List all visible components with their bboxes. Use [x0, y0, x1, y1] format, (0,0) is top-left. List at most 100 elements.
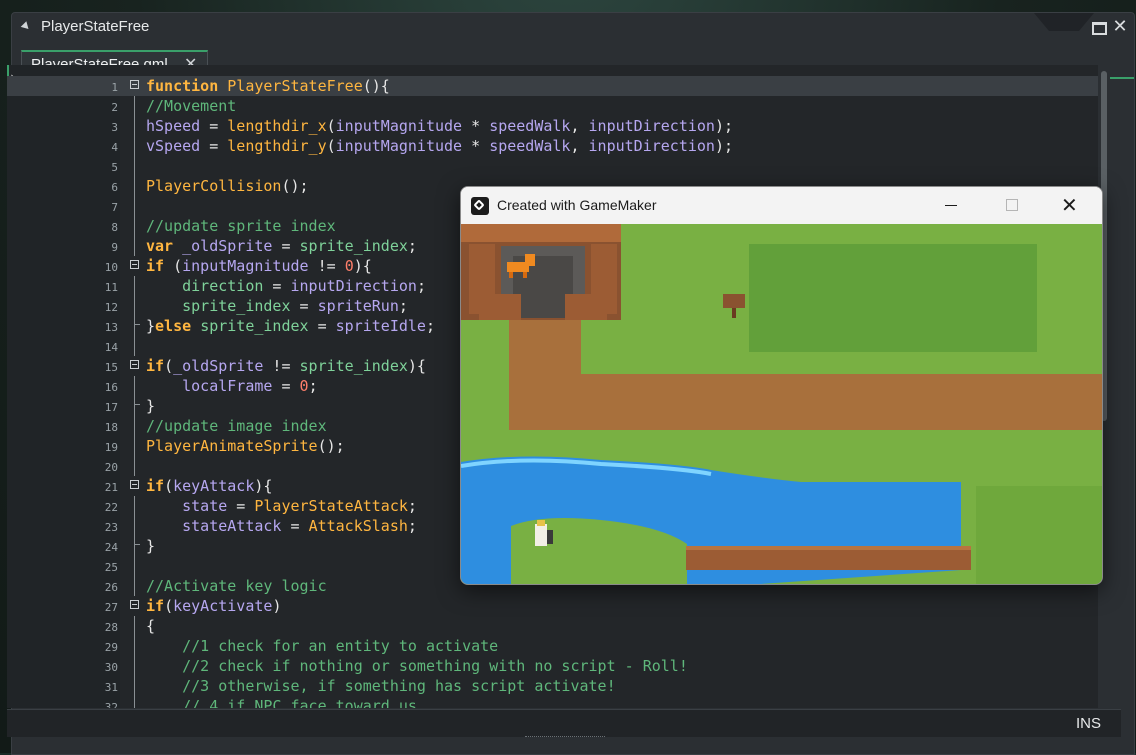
line-number: 28 — [104, 621, 118, 634]
maximize-icon[interactable] — [1006, 199, 1018, 211]
line-number: 19 — [104, 441, 118, 454]
code-text: direction = inputDirection; — [182, 277, 426, 295]
fold-guide — [134, 416, 135, 436]
code-line[interactable]: 29 //1 check for an entity to activate — [7, 636, 1098, 656]
line-number: 1 — [111, 81, 118, 94]
code-text: PlayerAnimateSprite(); — [146, 437, 345, 455]
code-text: }else sprite_index = spriteIdle; — [146, 317, 435, 335]
line-number: 5 — [111, 161, 118, 174]
fold-guide — [134, 216, 135, 236]
code-text: //update sprite index — [146, 217, 336, 235]
line-number: 31 — [104, 681, 118, 694]
line-number: 17 — [104, 401, 118, 414]
code-line[interactable]: 3 hSpeed = lengthdir_x(inputMagnitude * s… — [7, 116, 1098, 136]
fold-toggle-icon[interactable] — [130, 360, 139, 369]
line-number: 3 — [111, 121, 118, 134]
game-canvas[interactable] — [461, 224, 1102, 584]
code-text: //update image index — [146, 417, 327, 435]
line-number: 32 — [104, 701, 118, 708]
line-number: 10 — [104, 261, 118, 274]
player-sprite — [535, 524, 547, 546]
line-number: 14 — [104, 341, 118, 354]
fold-guide — [134, 636, 135, 656]
code-line[interactable]: 28 { — [7, 616, 1098, 636]
code-text: localFrame = 0; — [182, 377, 318, 395]
line-number: 11 — [104, 281, 118, 294]
code-line[interactable]: 1 function PlayerStateFree(){ — [7, 76, 1098, 96]
code-line[interactable]: 5 — [7, 156, 1098, 176]
insert-mode-indicator[interactable]: INS — [1076, 715, 1101, 732]
fold-guide — [134, 696, 135, 708]
game-window-title: Created with GameMaker — [497, 197, 657, 213]
fold-guide — [134, 96, 135, 116]
game-window[interactable]: Created with GameMaker ✕ — [460, 186, 1103, 585]
minimize-icon[interactable] — [945, 205, 957, 206]
fold-guide — [134, 236, 135, 256]
line-number: 30 — [104, 661, 118, 674]
fold-guide — [134, 156, 135, 176]
fold-guide — [134, 196, 135, 216]
code-line[interactable]: 32 // 4 if NPC face toward us — [7, 696, 1098, 708]
resize-grip[interactable] — [525, 736, 605, 741]
line-number: 20 — [104, 461, 118, 474]
line-number: 25 — [104, 561, 118, 574]
fold-guide — [134, 116, 135, 136]
line-number: 13 — [104, 321, 118, 334]
line-number: 29 — [104, 641, 118, 654]
line-number: 27 — [104, 601, 118, 614]
fold-toggle-icon[interactable] — [130, 260, 139, 269]
code-line[interactable]: 4 vSpeed = lengthdir_y(inputMagnitude * s… — [7, 136, 1098, 156]
code-text: //2 check if nothing or something with n… — [146, 657, 688, 675]
fold-guide — [134, 316, 135, 336]
line-number: 9 — [111, 241, 118, 254]
line-number: 4 — [111, 141, 118, 154]
code-text: // 4 if NPC face toward us — [146, 697, 417, 708]
fold-guide — [134, 436, 135, 456]
line-number: 8 — [111, 221, 118, 234]
game-window-titlebar[interactable]: Created with GameMaker ✕ — [461, 187, 1102, 224]
code-text: //Activate key logic — [146, 577, 327, 595]
code-text: if(keyActivate) — [146, 597, 282, 615]
code-line[interactable]: 2 //Movement — [7, 96, 1098, 116]
fold-guide — [134, 676, 135, 696]
fold-guide — [134, 536, 135, 556]
sign — [723, 294, 745, 308]
fold-guide — [134, 136, 135, 156]
code-text: if(_oldSprite != sprite_index){ — [146, 357, 426, 375]
fold-toggle-icon[interactable] — [130, 80, 139, 89]
line-number: 7 — [111, 201, 118, 214]
line-number: 22 — [104, 501, 118, 514]
maximize-icon[interactable] — [1088, 18, 1108, 36]
code-text: } — [146, 397, 156, 415]
code-text: vSpeed = lengthdir_y(inputMagnitude * sp… — [146, 137, 734, 155]
code-line[interactable]: 27 if(keyActivate) — [7, 596, 1098, 616]
collapse-arrow-icon[interactable] — [20, 21, 32, 32]
code-line[interactable]: 30 //2 check if nothing or something wit… — [7, 656, 1098, 676]
code-text: if(keyAttack){ — [146, 477, 273, 495]
line-number: 24 — [104, 541, 118, 554]
status-bar: INS — [7, 709, 1121, 737]
gamemaker-logo-icon — [471, 197, 489, 215]
close-icon[interactable]: ✕ — [1061, 193, 1078, 217]
line-number: 16 — [104, 381, 118, 394]
fold-toggle-icon[interactable] — [130, 600, 139, 609]
fold-end-marker — [134, 544, 140, 545]
fold-guide — [134, 296, 135, 316]
line-number: 23 — [104, 521, 118, 534]
code-line[interactable]: 31 //3 otherwise, if something has scrip… — [7, 676, 1098, 696]
close-icon[interactable]: ✕ — [1110, 18, 1130, 36]
line-number: 18 — [104, 421, 118, 434]
window-title: PlayerStateFree — [41, 18, 150, 35]
fold-toggle-icon[interactable] — [130, 480, 139, 489]
fold-guide — [134, 616, 135, 636]
code-text: PlayerCollision(); — [146, 177, 309, 195]
code-text: function PlayerStateFree(){ — [146, 77, 390, 95]
code-text: stateAttack = AttackSlash; — [182, 517, 417, 535]
window-titlebar[interactable]: PlayerStateFree ✕ — [12, 13, 1134, 41]
line-number: 2 — [111, 101, 118, 114]
line-number: 21 — [104, 481, 118, 494]
fold-guide — [134, 516, 135, 536]
code-text: hSpeed = lengthdir_x(inputMagnitude * sp… — [146, 117, 734, 135]
fold-guide — [134, 456, 135, 476]
code-text: state = PlayerStateAttack; — [182, 497, 417, 515]
